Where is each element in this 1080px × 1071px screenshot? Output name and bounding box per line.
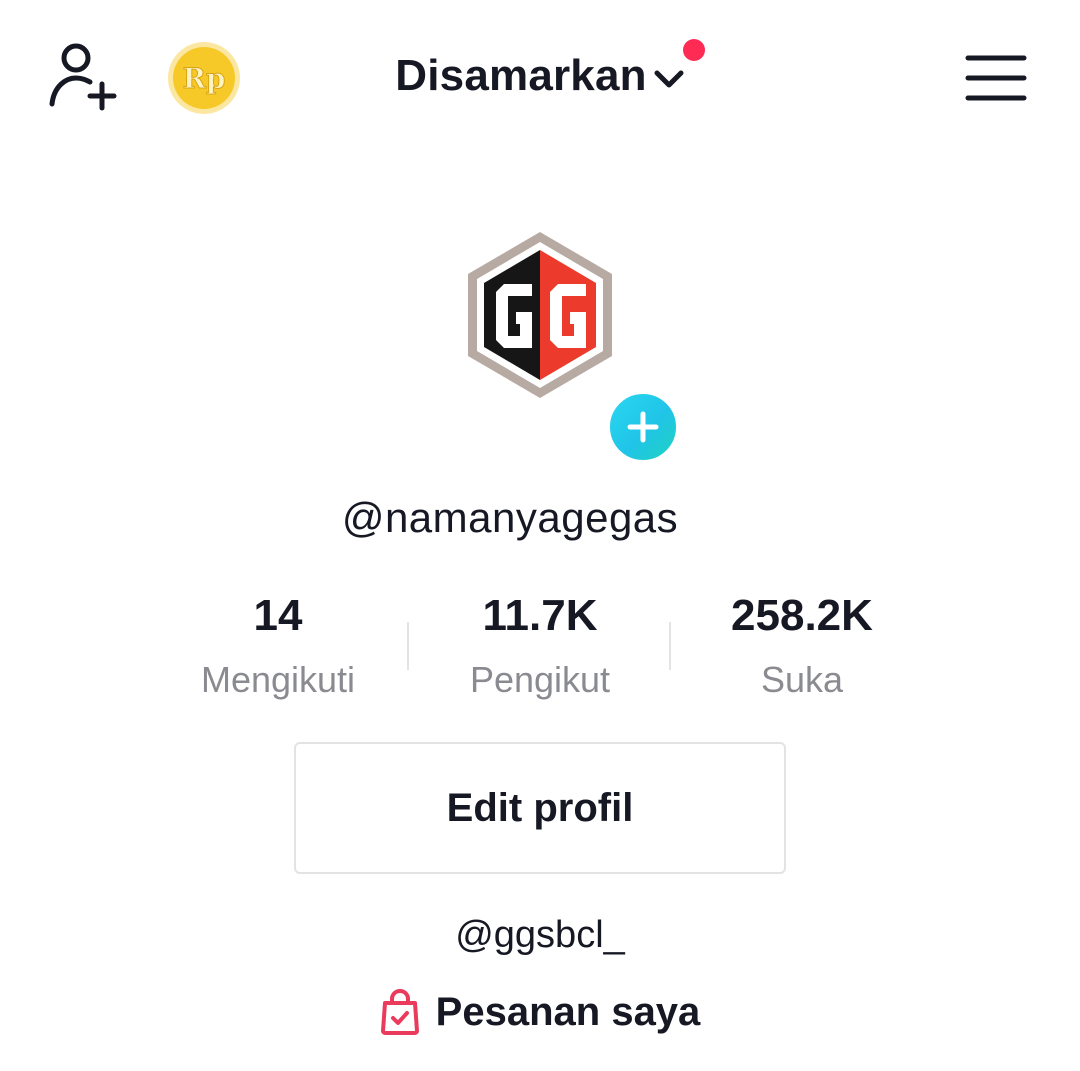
coin-balance-button[interactable]: Rp — [166, 40, 242, 116]
username: @namanyagegas — [341, 494, 679, 541]
add-friend-button[interactable] — [44, 40, 124, 116]
account-switcher: Disamarkan — [0, 39, 1080, 108]
stat-following[interactable]: 14 Mengikuti — [128, 590, 428, 702]
avatar-logo — [468, 232, 612, 398]
add-avatar-button[interactable] — [606, 390, 680, 464]
stat-followers[interactable]: 11.7K Pengikut — [390, 590, 690, 702]
stat-value: 14 — [253, 591, 303, 640]
menu-button[interactable] — [960, 50, 1032, 106]
orders-row: Pesanan saya — [0, 986, 1080, 1038]
add-user-icon — [49, 43, 117, 111]
stat-label: Suka — [760, 659, 844, 700]
profile-avatar[interactable] — [460, 228, 620, 402]
chevron-down-icon — [654, 70, 684, 88]
stat-label: Mengikuti — [200, 659, 356, 700]
orders-label: Pesanan saya — [435, 989, 701, 1034]
plus-icon — [627, 411, 659, 443]
account-switcher-button[interactable]: Disamarkan — [395, 39, 705, 101]
coin-icon: Rp — [168, 42, 240, 114]
notification-dot — [682, 39, 705, 61]
menu-icon — [965, 55, 1027, 101]
stat-label: Pengikut — [469, 659, 611, 700]
coin-label: Rp — [183, 62, 226, 95]
stat-likes[interactable]: 258.2K Suka — [652, 590, 952, 702]
account-name: Disamarkan — [395, 51, 647, 100]
my-orders-button[interactable]: Pesanan saya — [380, 989, 701, 1035]
bio-link[interactable]: @ggsbcl_ — [0, 914, 1080, 957]
stat-value: 258.2K — [731, 591, 873, 640]
edit-profile-button[interactable]: Edit profil — [294, 742, 786, 874]
stat-value: 11.7K — [482, 591, 598, 640]
shopping-bag-icon — [380, 989, 419, 1035]
